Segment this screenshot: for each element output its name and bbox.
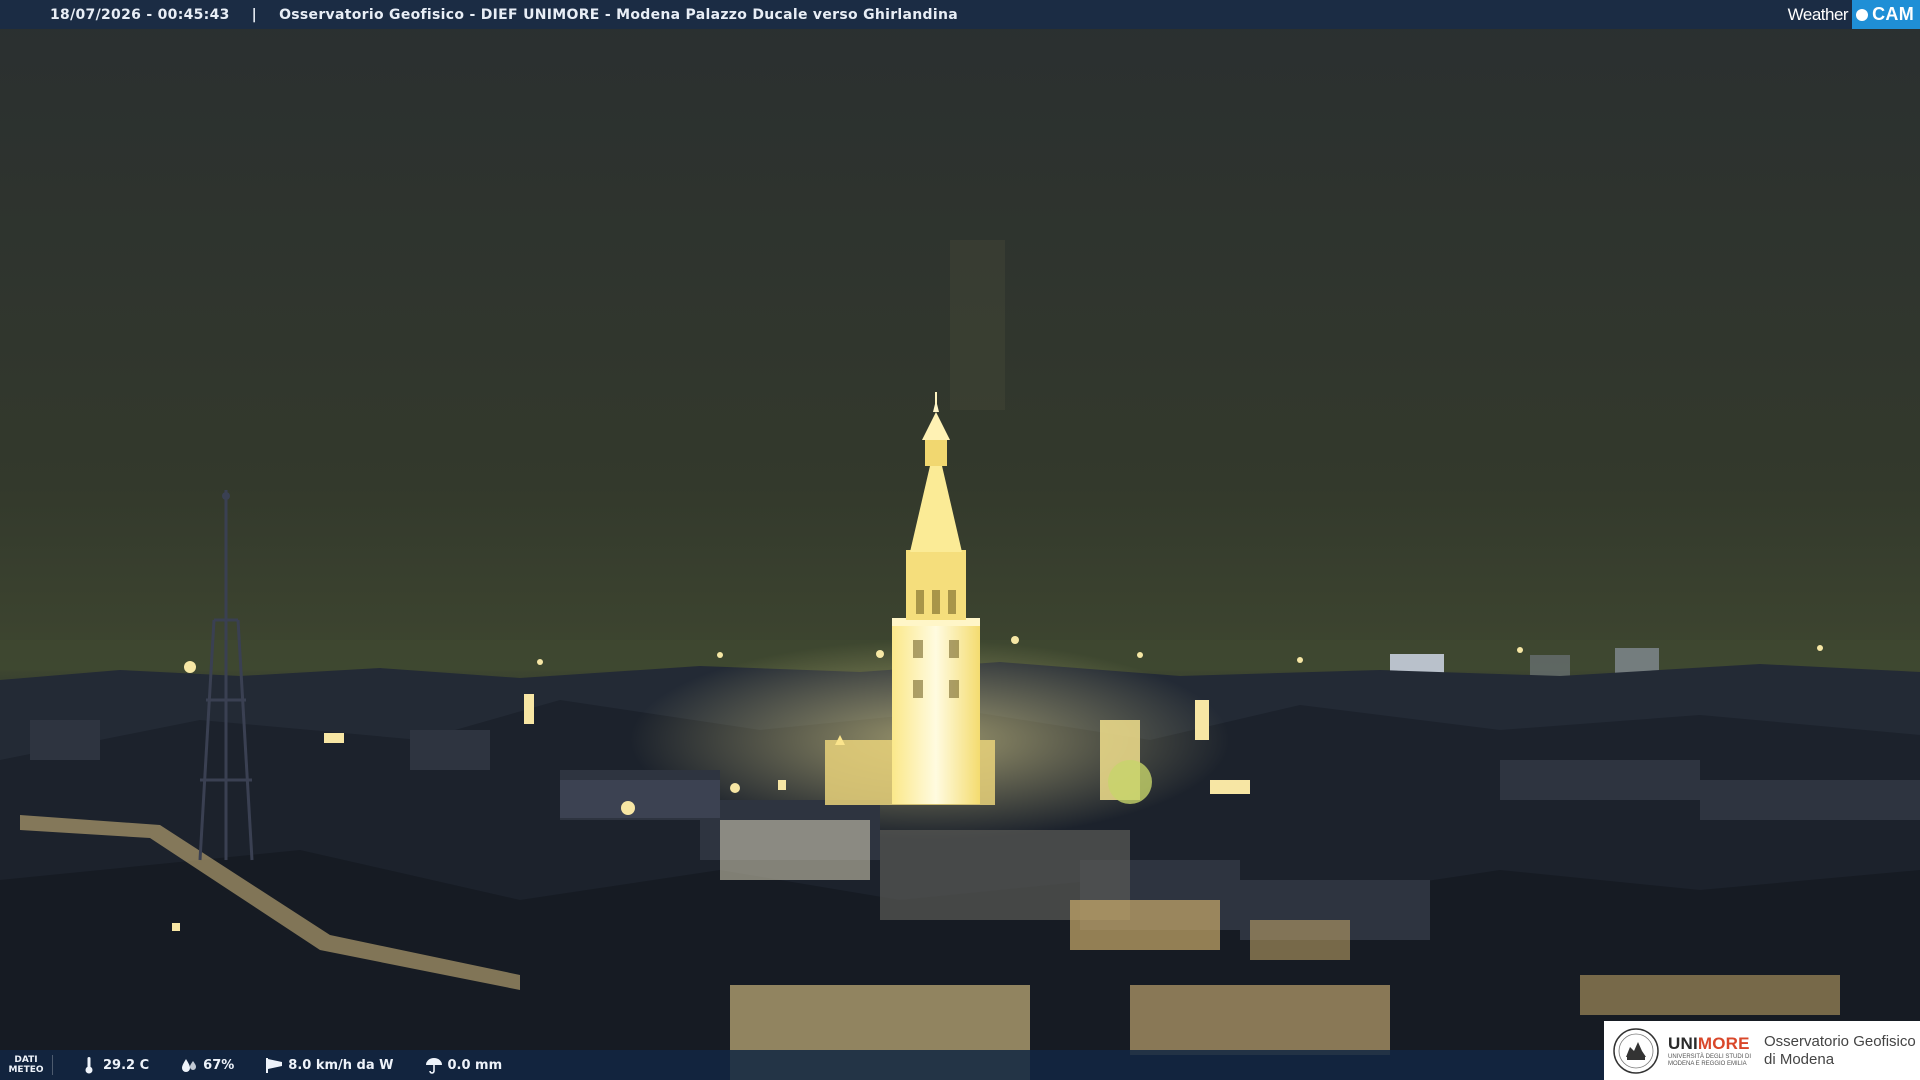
wind-value: 8.0 km/h da W [288, 1057, 394, 1073]
webcam-frame: 18/07/2026 - 00:45:43 | Osservatorio Geo… [0, 0, 1920, 1080]
wind-reading: 8.0 km/h da W [264, 1055, 394, 1075]
observatory-name: Osservatorio Geofisico di Modena [1764, 1033, 1916, 1069]
thermometer-icon [79, 1055, 99, 1075]
camera-lens-icon [1856, 8, 1869, 21]
weathercam-logo: Weather CAM [1788, 0, 1920, 29]
brand-cam-badge: CAM [1852, 0, 1920, 29]
university-name-part1: UNI [1668, 1033, 1698, 1053]
university-name: UNIMORE [1668, 1034, 1756, 1054]
university-name-block: UNIMORE UNIVERSITÀ DEGLI STUDI DI MODENA… [1668, 1034, 1756, 1068]
rain-value: 0.0 mm [447, 1057, 503, 1073]
temperature-reading: 29.2 C [79, 1055, 149, 1075]
camera-title: Osservatorio Geofisico - DIEF UNIMORE - … [279, 6, 958, 23]
brand-weather-text: Weather [1787, 4, 1849, 24]
university-subtitle-line2: MODENA E REGGIO EMILIA [1668, 1060, 1747, 1067]
humidity-value: 67% [203, 1057, 235, 1073]
header-separator: | [251, 6, 258, 23]
brand-cam-text: CAM [1872, 4, 1914, 24]
weather-data-bar: DATI METEO 29.2 C 67% 8.0 km/h da W 0.0 … [0, 1050, 1604, 1080]
windsock-icon [264, 1055, 284, 1075]
weather-data-label: DATI METEO [0, 1055, 53, 1075]
weather-data-label-line2: METEO [8, 1065, 44, 1075]
water-drops-icon [179, 1055, 199, 1075]
timestamp: 18/07/2026 - 00:45:43 [50, 6, 230, 23]
observatory-name-line2: di Modena [1764, 1050, 1835, 1068]
weather-data-label-line1: DATI [14, 1055, 38, 1065]
webcam-header-bar: 18/07/2026 - 00:45:43 | Osservatorio Geo… [0, 0, 1920, 29]
observatory-name-line1: Osservatorio Geofisico [1764, 1032, 1916, 1050]
university-seal-icon [1613, 1027, 1659, 1074]
rain-reading: 0.0 mm [424, 1055, 503, 1075]
city-night-photo [0, 0, 1920, 1080]
umbrella-icon [424, 1055, 444, 1075]
observatory-logo-panel: UNIMORE UNIVERSITÀ DEGLI STUDI DI MODENA… [1604, 1021, 1920, 1080]
humidity-reading: 67% [179, 1055, 234, 1075]
university-name-part2: MORE [1697, 1033, 1750, 1053]
temperature-value: 29.2 C [103, 1057, 150, 1073]
university-subtitle-line1: UNIVERSITÀ DEGLI STUDI DI [1668, 1053, 1752, 1060]
